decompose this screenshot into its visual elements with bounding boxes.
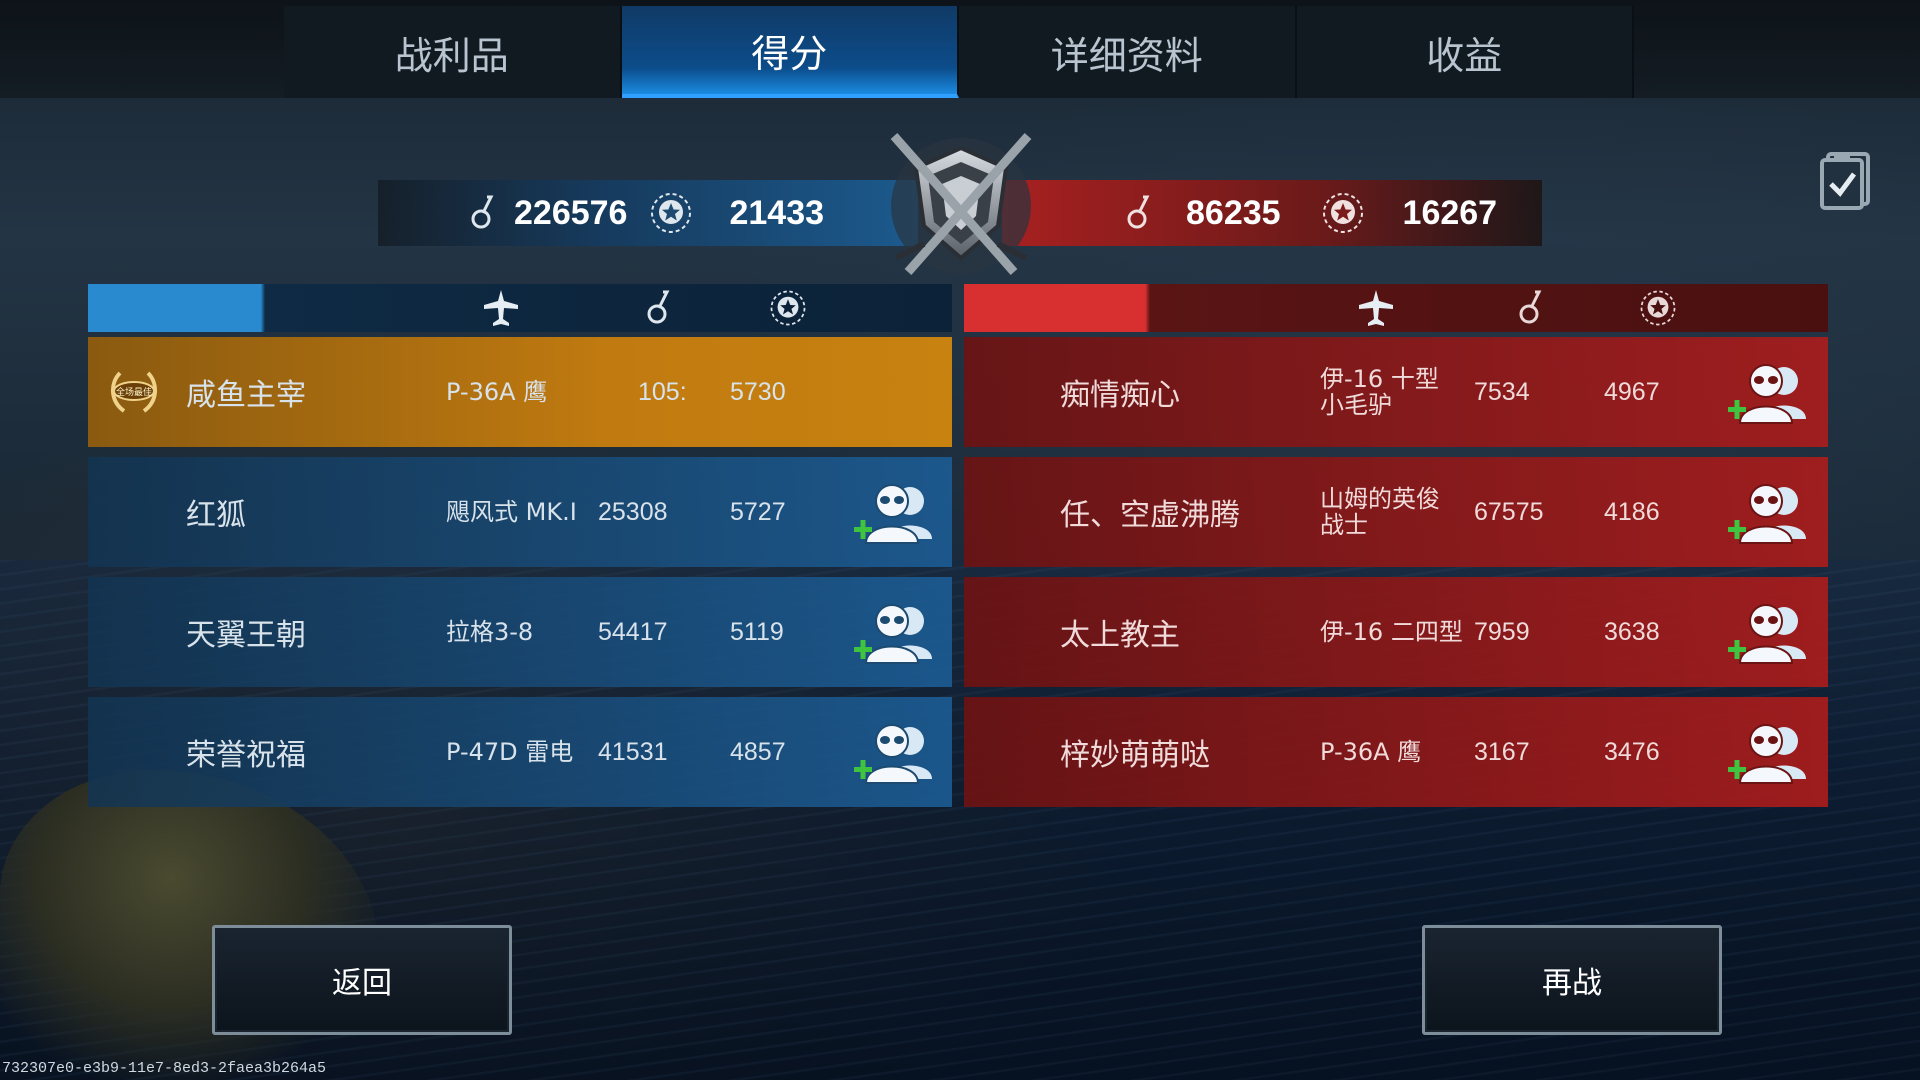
player-plane: P-36A 鹰 bbox=[446, 378, 548, 406]
player-points: 5119 bbox=[730, 617, 784, 646]
player-plane: 伊-16 二四型 bbox=[1320, 577, 1463, 687]
plane-icon bbox=[1356, 288, 1396, 328]
player-plane: 伊-16 十型 小毛驴 bbox=[1320, 337, 1439, 447]
player-points: 5730 bbox=[730, 377, 786, 406]
add-friend-icon[interactable] bbox=[848, 479, 948, 551]
player-points: 4857 bbox=[730, 737, 786, 766]
add-friend-icon[interactable] bbox=[1722, 599, 1822, 671]
red-player-row[interactable]: 太上教主 伊-16 二四型 7959 3638 bbox=[964, 577, 1828, 687]
star-laurel-icon bbox=[647, 189, 695, 237]
blue-player-row[interactable]: 全场最佳 咸鱼主宰 P-36A 鹰 105: 5730 bbox=[88, 337, 952, 447]
player-plane-line1: P-36A 鹰 bbox=[1320, 738, 1422, 766]
plane-icon bbox=[481, 288, 521, 328]
mvp-badge-text: 全场最佳 bbox=[116, 386, 152, 398]
tab-score[interactable]: 得分 bbox=[621, 6, 959, 98]
add-friend-icon[interactable] bbox=[1722, 719, 1822, 791]
player-name: 荣誉祝福 bbox=[186, 738, 306, 773]
blue-player-row[interactable]: 荣誉祝福 P-47D 雷电 41531 4857 bbox=[88, 697, 952, 807]
player-score: 105: bbox=[638, 377, 687, 406]
player-name: 太上教主 bbox=[1060, 618, 1180, 653]
player-name: 咸鱼主宰 bbox=[186, 378, 306, 413]
player-score: 67575 bbox=[1474, 497, 1544, 526]
star-laurel-icon bbox=[1319, 189, 1367, 237]
player-plane-line1: 伊-16 二四型 bbox=[1320, 618, 1463, 646]
player-plane-line1: 山姆的英俊 bbox=[1320, 485, 1440, 513]
add-friend-icon[interactable] bbox=[1722, 359, 1822, 431]
add-friend-icon[interactable] bbox=[1722, 479, 1822, 551]
blue-player-row[interactable]: 天翼王朝 拉格3-8 54417 5119 bbox=[88, 577, 952, 687]
clipboard-check-icon[interactable] bbox=[1818, 146, 1874, 210]
red-player-row[interactable]: 痴情痴心 伊-16 十型 小毛驴 7534 4967 bbox=[964, 337, 1828, 447]
top-tab-bar: 战利品 得分 详细资料 收益 bbox=[0, 0, 1920, 98]
score-medal-icon bbox=[1512, 288, 1552, 328]
player-name: 痴情痴心 bbox=[1060, 378, 1180, 413]
tab-strip: 战利品 得分 详细资料 收益 bbox=[284, 6, 1634, 98]
score-medal-icon bbox=[640, 288, 680, 328]
tab-earnings[interactable]: 收益 bbox=[1296, 6, 1634, 98]
player-points: 3638 bbox=[1604, 617, 1660, 646]
star-laurel-icon bbox=[768, 288, 808, 328]
player-plane: P-47D 雷电 bbox=[446, 738, 574, 766]
blue-team-header bbox=[88, 284, 952, 332]
player-name: 梓妙萌萌哒 bbox=[1060, 738, 1210, 773]
player-plane: P-36A 鹰 bbox=[1320, 697, 1421, 807]
player-plane: 飓风式 MK.I bbox=[446, 498, 577, 526]
red-total-points: 16267 bbox=[1402, 193, 1498, 232]
add-friend-icon[interactable] bbox=[848, 599, 948, 671]
blue-player-row[interactable]: 红狐 飓风式 MK.I 25308 5727 bbox=[88, 457, 952, 567]
back-button[interactable]: 返回 bbox=[212, 925, 512, 1035]
player-name: 任、空虚沸腾 bbox=[1060, 498, 1240, 533]
player-name: 天翼王朝 bbox=[186, 618, 306, 653]
blue-team-summary: 226576 21433 bbox=[378, 180, 918, 246]
red-player-row[interactable]: 任、空虚沸腾 山姆的英俊 战士 67575 4186 bbox=[964, 457, 1828, 567]
star-laurel-icon bbox=[1638, 288, 1678, 328]
player-plane: 拉格3-8 bbox=[446, 618, 534, 646]
player-points: 3476 bbox=[1604, 737, 1660, 766]
player-name: 红狐 bbox=[186, 498, 246, 533]
player-plane-line1: 伊-16 十型 bbox=[1320, 365, 1439, 393]
laurel-badge-icon: 全场最佳 bbox=[106, 365, 162, 419]
player-plane-line2: 战士 bbox=[1320, 511, 1368, 539]
red-total-score: 86235 bbox=[1186, 193, 1281, 232]
player-score: 7534 bbox=[1474, 377, 1530, 406]
red-player-row[interactable]: 梓妙萌萌哒 P-36A 鹰 3167 3476 bbox=[964, 697, 1828, 807]
player-points: 4967 bbox=[1604, 377, 1660, 406]
player-score: 54417 bbox=[598, 617, 668, 646]
add-friend-icon[interactable] bbox=[848, 719, 948, 791]
score-medal-icon bbox=[466, 193, 502, 233]
player-points: 4186 bbox=[1604, 497, 1660, 526]
crossed-swords-emblem-icon bbox=[876, 126, 1046, 286]
player-score: 3167 bbox=[1474, 737, 1530, 766]
score-medal-icon bbox=[1122, 193, 1158, 233]
blue-total-points: 21433 bbox=[729, 193, 825, 232]
red-team-summary: 86235 16267 bbox=[1002, 180, 1542, 246]
player-score: 7959 bbox=[1474, 617, 1530, 646]
player-plane: 山姆的英俊 战士 bbox=[1320, 457, 1440, 567]
tab-loot[interactable]: 战利品 bbox=[284, 6, 622, 98]
player-plane-line2: 小毛驴 bbox=[1320, 391, 1392, 419]
player-points: 5727 bbox=[730, 497, 786, 526]
player-score: 25308 bbox=[598, 497, 668, 526]
player-score: 41531 bbox=[598, 737, 668, 766]
tab-details[interactable]: 详细资料 bbox=[959, 6, 1297, 98]
rematch-button[interactable]: 再战 bbox=[1422, 925, 1722, 1035]
blue-total-score: 226576 bbox=[514, 193, 628, 232]
red-team-header bbox=[964, 284, 1828, 332]
match-id-text: 732307e0-e3b9-11e7-8ed3-2faea3b264a5 bbox=[2, 1060, 327, 1077]
